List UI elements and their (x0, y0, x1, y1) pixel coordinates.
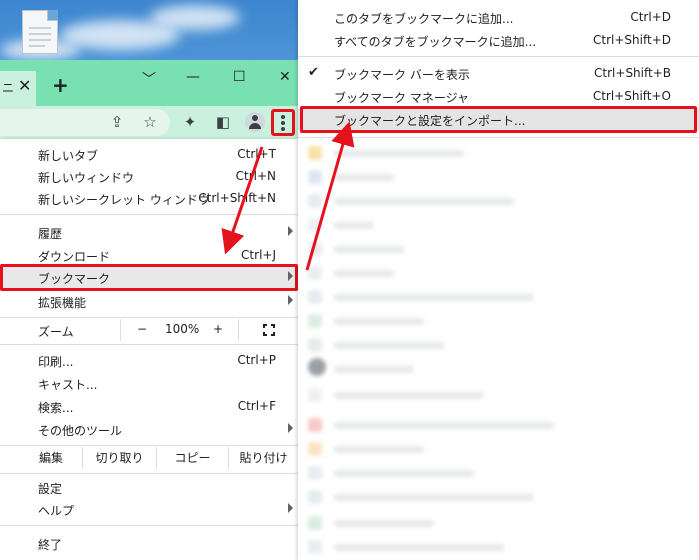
fullscreen-button[interactable] (238, 319, 298, 341)
paste-button[interactable]: 貼り付け (228, 447, 298, 469)
browser-tabstrip: ニ ✕ + ﹀ — ☐ ✕ (0, 60, 300, 106)
bookmarks-submenu: このタブをブックマークに追加... Ctrl+D すべてのタブをブックマークに追… (298, 0, 699, 560)
menu-item-new-tab[interactable]: 新しいタブ Ctrl+T (0, 143, 298, 165)
menu-item-downloads[interactable]: ダウンロード Ctrl+J (0, 244, 298, 266)
submenu-arrow-icon (288, 503, 293, 513)
menu-divider (298, 137, 699, 138)
menu-divider (0, 214, 298, 215)
submenu-arrow-icon (288, 295, 293, 305)
window-close-icon[interactable]: ✕ (279, 69, 291, 85)
desktop-file-icon[interactable] (22, 10, 58, 54)
menu-item-more-tools[interactable]: その他のツール (0, 418, 298, 440)
submenu-arrow-icon (288, 226, 293, 236)
submenu-item-bookmark-all-tabs[interactable]: すべてのタブをブックマークに追加... Ctrl+Shift+D (298, 29, 699, 51)
zoom-row: ズーム − 100% + (0, 319, 298, 341)
menu-item-settings[interactable]: 設定 (0, 476, 298, 498)
zoom-label: ズーム (38, 325, 74, 339)
address-bar[interactable]: ⇪ ☆ (0, 109, 170, 136)
maximize-icon[interactable]: ☐ (233, 69, 246, 85)
menu-item-new-incognito-window[interactable]: 新しいシークレット ウィンドウ Ctrl+Shift+N (0, 187, 298, 209)
profile-avatar-icon[interactable] (245, 112, 265, 132)
chrome-menu-button[interactable] (271, 109, 295, 136)
zoom-in-button[interactable]: + (213, 322, 223, 336)
menu-divider (0, 445, 298, 446)
menu-item-history[interactable]: 履歴 (0, 221, 298, 243)
menu-divider (0, 525, 298, 526)
menu-item-help[interactable]: ヘルプ (0, 498, 298, 520)
tab-title: ニ (2, 81, 15, 95)
import-highlight-box (300, 106, 697, 133)
tab-close-icon[interactable]: ✕ (18, 76, 31, 95)
menu-item-print[interactable]: 印刷... Ctrl+P (0, 349, 298, 371)
submenu-item-bookmark-this-tab[interactable]: このタブをブックマークに追加... Ctrl+D (298, 6, 699, 28)
minimize-icon[interactable]: — (186, 69, 200, 85)
check-icon: ✔ (308, 65, 319, 80)
zoom-out-button[interactable]: − (137, 322, 147, 336)
fullscreen-icon (263, 324, 275, 336)
zoom-controls: − 100% + (120, 319, 238, 341)
menu-divider (298, 56, 699, 57)
cut-button[interactable]: 切り取り (82, 447, 156, 469)
browser-toolbar: ⇪ ☆ ✦ ◧ (0, 106, 300, 139)
menu-divider (0, 344, 298, 345)
edit-row: 編集 切り取り コピー 貼り付け (0, 447, 298, 469)
submenu-item-show-bookmarks-bar[interactable]: ✔ ブックマーク バーを表示 Ctrl+Shift+B (298, 62, 699, 84)
extensions-puzzle-icon[interactable]: ✦ (180, 112, 200, 132)
chrome-main-menu: 新しいタブ Ctrl+T 新しいウィンドウ Ctrl+N 新しいシークレット ウ… (0, 139, 298, 560)
menu-divider (0, 317, 298, 318)
submenu-arrow-icon (288, 423, 293, 433)
menu-item-exit[interactable]: 終了 (0, 532, 298, 554)
side-panel-icon[interactable]: ◧ (213, 112, 233, 132)
menu-divider (0, 473, 298, 474)
copy-button[interactable]: コピー (156, 447, 228, 469)
menu-item-new-window[interactable]: 新しいウィンドウ Ctrl+N (0, 165, 298, 187)
zoom-level: 100% (165, 322, 200, 336)
edit-label: 編集 (38, 451, 63, 465)
menu-item-extensions[interactable]: 拡張機能 (0, 290, 298, 312)
share-icon[interactable]: ⇪ (107, 112, 127, 132)
menu-item-cast[interactable]: キャスト... (0, 372, 298, 394)
menu-item-find[interactable]: 検索... Ctrl+F (0, 395, 298, 417)
tab-search-chevron-icon[interactable]: ﹀ (142, 69, 156, 89)
bookmarks-highlight-box (0, 264, 298, 291)
new-tab-icon[interactable]: + (52, 73, 69, 97)
submenu-item-bookmark-manager[interactable]: ブックマーク マネージャ Ctrl+Shift+O (298, 85, 699, 107)
star-bookmark-icon[interactable]: ☆ (140, 112, 160, 132)
